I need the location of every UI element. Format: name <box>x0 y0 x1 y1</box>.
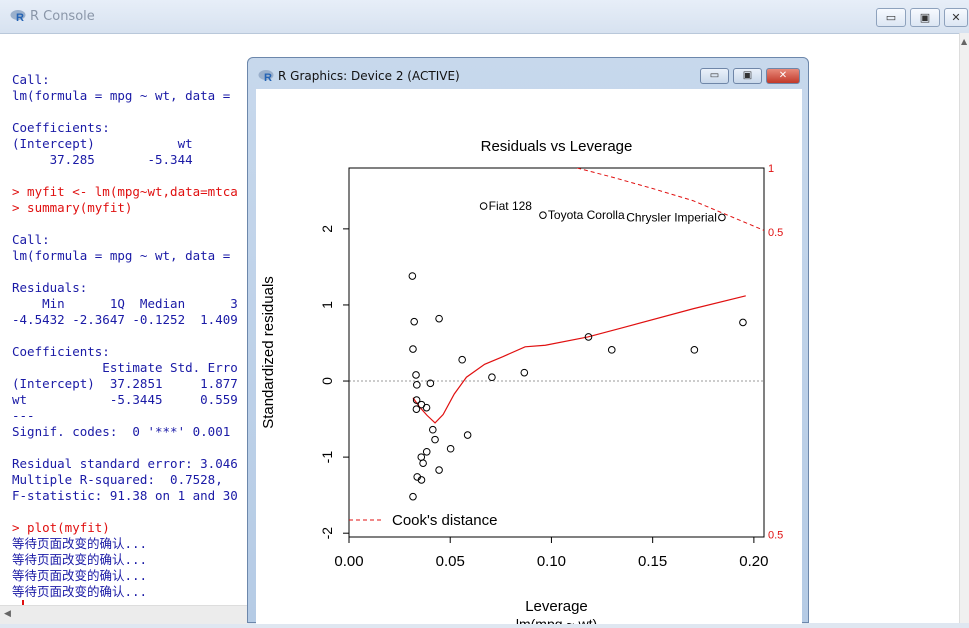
data-point <box>690 346 699 354</box>
data-point <box>479 202 488 210</box>
console-line: Residual standard error: 3.046 <box>12 456 238 471</box>
console-output[interactable]: Call: lm(formula = mpg ~ wt, data = Coef… <box>12 56 238 616</box>
x-tick-label: 0.00 <box>334 553 363 570</box>
minimize-button[interactable]: ▭ <box>876 8 906 27</box>
y-tick-label: -1 <box>319 451 335 464</box>
console-line: -4.5432 -2.3647 -0.1252 1.409 <box>12 312 238 327</box>
data-point <box>520 368 529 377</box>
console-line: > summary(myfit) <box>12 200 133 215</box>
x-tick-label: 0.10 <box>537 553 566 570</box>
data-point <box>429 425 437 434</box>
console-line: 等待页面改变的确认... <box>12 584 148 599</box>
console-line: wt -5.3445 0.559 <box>12 392 238 407</box>
data-point <box>410 317 418 326</box>
console-line: > plot(myfit) <box>12 520 110 535</box>
console-title: R Console <box>30 9 95 24</box>
data-point <box>718 213 726 222</box>
plot-canvas: Residuals vs Leverage Leverage lm(mpg ~ wt… <box>256 89 802 628</box>
y-tick-label: 0 <box>319 377 335 385</box>
cooks-distance-level-label: 0.5 <box>768 227 783 239</box>
scroll-up-icon[interactable]: ▲ <box>961 37 967 46</box>
console-line: 等待页面改变的确认... <box>12 552 148 567</box>
graphics-device-window[interactable]: R R Graphics: Device 2 (ACTIVE) ▭ ▣ ✕ Re… <box>247 57 809 628</box>
y-tick-label: 2 <box>319 225 335 233</box>
console-line: Call: <box>12 72 50 87</box>
vertical-scrollbar[interactable]: ▲ <box>959 33 969 623</box>
y-axis-label: Standardized residuals <box>260 276 277 429</box>
r-logo-icon: R <box>10 10 26 23</box>
console-line: Coefficients: <box>12 120 110 135</box>
console-line: Estimate Std. Erro <box>12 360 238 375</box>
data-point <box>463 431 472 439</box>
chart-title: Residuals vs Leverage <box>481 138 633 155</box>
console-line: Signif. codes: 0 '***' 0.001 <box>12 424 231 439</box>
cooks-distance-level-label: 0.5 <box>768 530 783 542</box>
smooth-line <box>412 295 746 424</box>
x-tick-label: 0.05 <box>436 553 465 570</box>
data-point <box>435 466 443 474</box>
console-line: Min 1Q Median 3 <box>12 296 238 311</box>
data-point <box>413 381 421 389</box>
scroll-left-icon[interactable]: ◀ <box>4 609 11 619</box>
x-tick-label: 0.15 <box>638 553 667 570</box>
data-point <box>446 444 455 453</box>
data-point <box>409 345 417 353</box>
horizontal-scrollbar[interactable]: ◀ <box>0 605 248 624</box>
data-point <box>431 435 439 444</box>
x-tick-label: 0.20 <box>739 553 768 570</box>
console-line: lm(formula = mpg ~ wt, data = <box>12 248 238 263</box>
data-point <box>739 318 747 327</box>
data-point <box>419 459 427 468</box>
data-point <box>422 447 431 456</box>
console-line: Call: <box>12 232 50 247</box>
residuals-vs-leverage-chart: Residuals vs LeverageLeveragelm(mpg ~ wt… <box>260 138 783 628</box>
data-point <box>458 355 466 364</box>
console-title-bar: R R Console ▭ ▣ ✕ <box>0 0 969 34</box>
console-line: (Intercept) wt <box>12 136 193 151</box>
data-point <box>422 403 431 412</box>
legend-label: Cook's distance <box>392 512 497 529</box>
graphics-window-title: R Graphics: Device 2 (ACTIVE) <box>278 69 460 83</box>
console-line: Multiple R-squared: 0.7528, <box>12 472 223 487</box>
graphics-minimize-button[interactable]: ▭ <box>700 68 729 84</box>
point-label: Chrysler Imperial <box>626 210 717 224</box>
console-line: Residuals: <box>12 280 88 295</box>
data-point <box>408 272 417 280</box>
console-line: (Intercept) 37.2851 1.877 <box>12 376 238 391</box>
y-tick-label: -2 <box>319 527 335 540</box>
console-line: Coefficients: <box>12 344 110 359</box>
close-button[interactable]: ✕ <box>944 8 968 27</box>
console-line: > myfit <- lm(mpg~wt,data=mtca <box>12 184 238 199</box>
svg-text:R: R <box>16 12 24 23</box>
data-point <box>435 314 443 323</box>
console-line: 等待页面改变的确认... <box>12 568 148 583</box>
data-point <box>412 371 420 379</box>
point-label: Toyota Corolla <box>548 208 625 222</box>
graphics-close-button[interactable]: ✕ <box>766 68 800 84</box>
maximize-button[interactable]: ▣ <box>910 8 940 27</box>
cooks-distance-level-label: 1 <box>768 163 774 175</box>
graphics-maximize-button[interactable]: ▣ <box>733 68 762 84</box>
console-line: --- <box>12 408 35 423</box>
data-point <box>488 373 496 382</box>
r-logo-icon: R <box>258 70 274 83</box>
data-point <box>409 492 417 501</box>
data-point <box>417 453 426 461</box>
console-line: F-statistic: 91.38 on 1 and 30 <box>12 488 238 503</box>
svg-text:R: R <box>264 72 272 83</box>
console-line: 37.285 -5.344 <box>12 152 193 167</box>
console-line: lm(formula = mpg ~ wt, data = <box>12 88 238 103</box>
data-point <box>539 211 547 219</box>
console-line: 等待页面改变的确认... <box>12 536 148 551</box>
y-tick-label: 1 <box>319 301 335 309</box>
point-label: Fiat 128 <box>489 199 533 213</box>
data-point <box>607 346 616 354</box>
x-axis-label: Leverage <box>525 598 588 615</box>
